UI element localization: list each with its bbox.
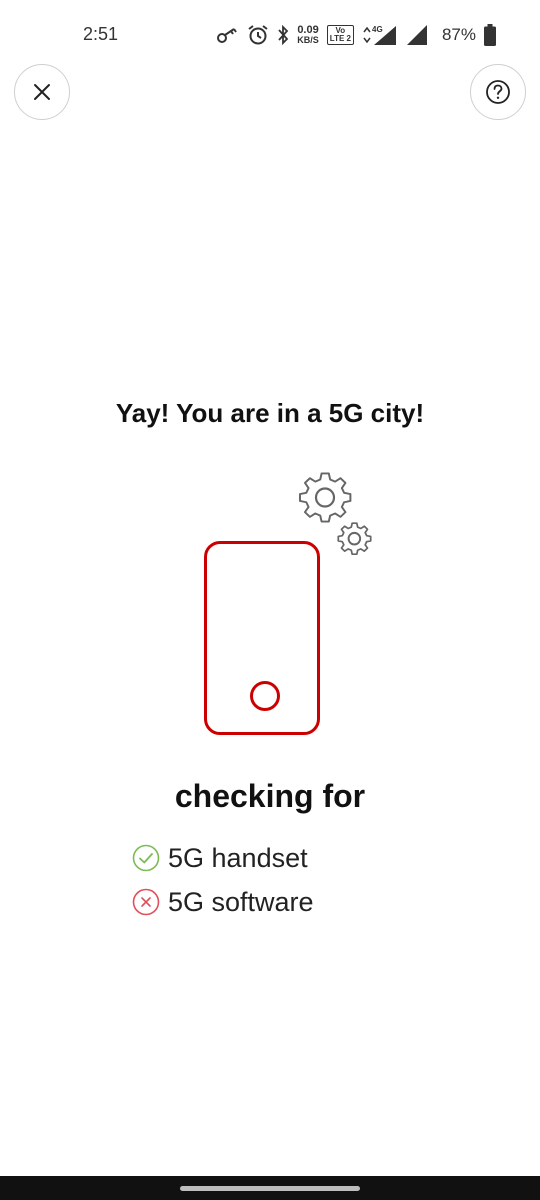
check-item-software: 5G software	[132, 880, 314, 924]
signal-icon	[406, 25, 427, 45]
check-label-software: 5G software	[168, 886, 314, 917]
status-time: 2:51	[83, 24, 119, 44]
check-item-handset: 5G handset	[132, 836, 314, 880]
checking-title: checking for	[174, 778, 366, 814]
alarm-icon	[248, 25, 268, 45]
battery-icon	[484, 24, 496, 46]
battery-percent: 87%	[441, 25, 476, 44]
gear-small-icon	[337, 522, 372, 556]
status-icons: 0.09 KB/S Vo LTE 2 4G 87%	[217, 20, 496, 50]
bluetooth-icon	[278, 25, 289, 45]
gear-icon	[299, 472, 352, 523]
signal-4g-icon: 4G	[363, 25, 396, 45]
check-circle-icon	[132, 844, 160, 872]
status-bar: 2:51 0.09 KB/S Vo LTE 2 4G 87%	[0, 0, 540, 70]
phone-outline	[204, 541, 320, 735]
x-circle-icon	[132, 888, 160, 916]
phone-illustration	[190, 460, 390, 750]
close-button[interactable]	[14, 64, 70, 120]
help-button[interactable]	[470, 64, 526, 120]
phone-home-button	[250, 681, 280, 711]
volte-badge: Vo LTE 2	[326, 25, 354, 45]
navigation-bar	[0, 1176, 540, 1200]
close-icon	[34, 84, 50, 100]
check-list: 5G handset 5G software	[132, 836, 314, 924]
home-indicator[interactable]	[180, 1186, 360, 1191]
check-label-handset: 5G handset	[168, 842, 308, 873]
key-icon	[217, 28, 238, 43]
network-speed: 0.09 KB/S	[297, 24, 319, 45]
page-headline: Yay! You are in a 5G city!	[115, 398, 425, 428]
svg-text:4G: 4G	[372, 25, 383, 34]
help-icon	[486, 80, 510, 104]
